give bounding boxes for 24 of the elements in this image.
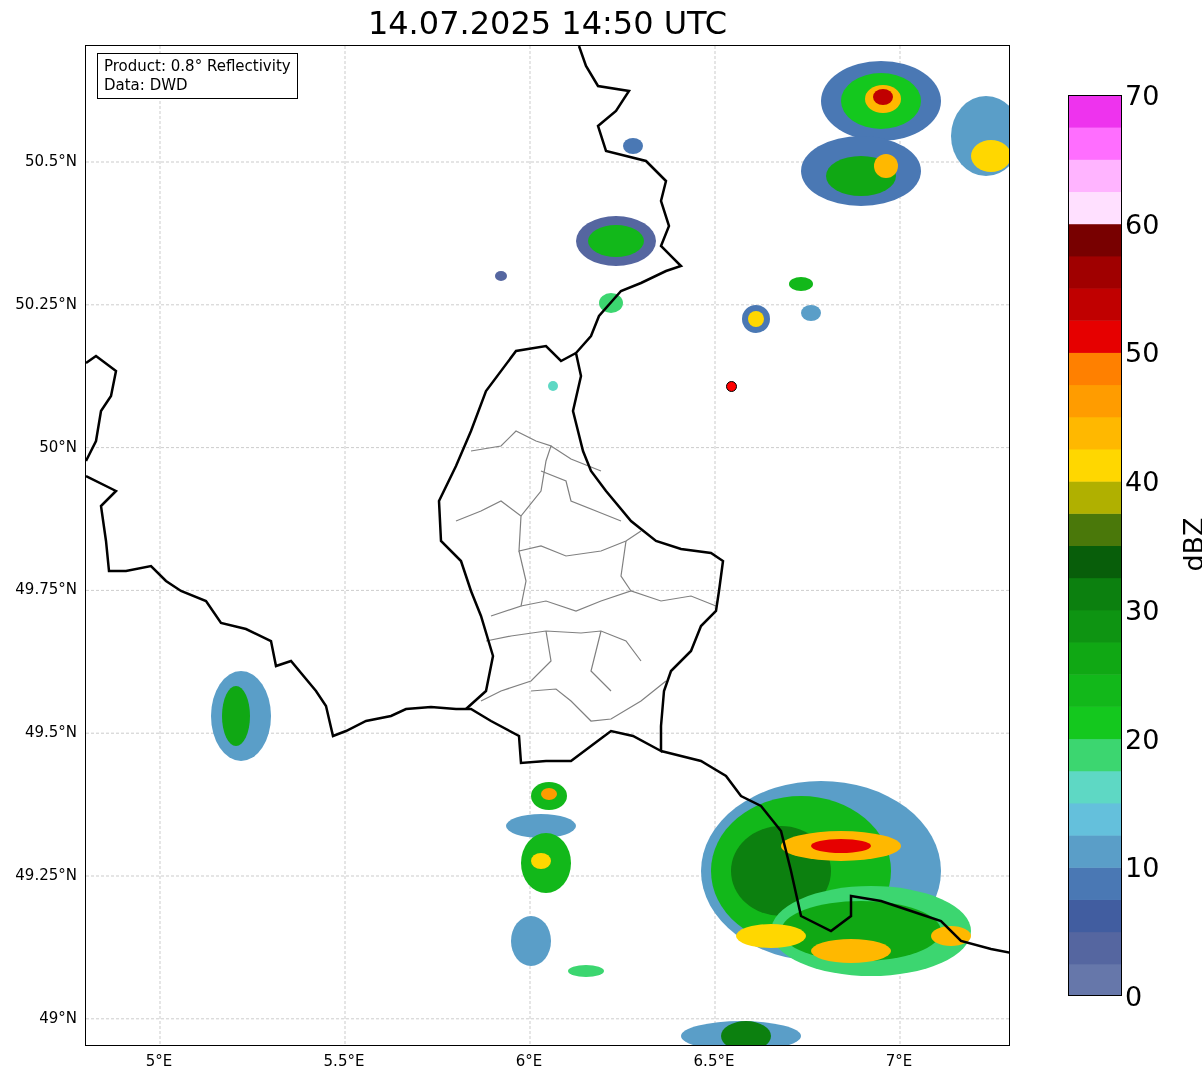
info-text: Product: 0.8° Reflectivity [104,57,291,76]
location-marker [726,381,737,392]
colorbar-tick-label: 60 [1125,210,1160,238]
info-text: Data: DWD [104,76,189,95]
latitude-label: 49.5°N [24,724,77,740]
chart-title: 14.07.2025 14:50 UTC [367,6,728,39]
colorbar-tick-label: 40 [1125,467,1160,495]
colorbar-tick-label: 70 [1125,81,1160,109]
latitude-label: 49.25°N [15,867,77,883]
latitude-label: 50.5°N [24,153,77,169]
longitude-label: 7°E [885,1054,913,1069]
latitude-label: 49.75°N [15,581,77,597]
longitude-label: 6.5°E [693,1054,735,1069]
latitude-label: 50.25°N [15,296,77,312]
longitude-label: 5.5°E [323,1054,365,1069]
latitude-label: 49°N [39,1010,77,1026]
latitude-label: 50°N [39,439,77,455]
colorbar-tick-label: 10 [1125,853,1160,881]
colorbar-tick-label: 20 [1125,725,1160,753]
colorbar-tick-label: 30 [1125,596,1160,624]
colorbar-tick-label: 0 [1125,982,1143,1010]
colorbar-tick-label: 50 [1125,338,1160,366]
longitude-label: 6°E [515,1054,543,1069]
longitude-label: 5°E [145,1054,173,1069]
